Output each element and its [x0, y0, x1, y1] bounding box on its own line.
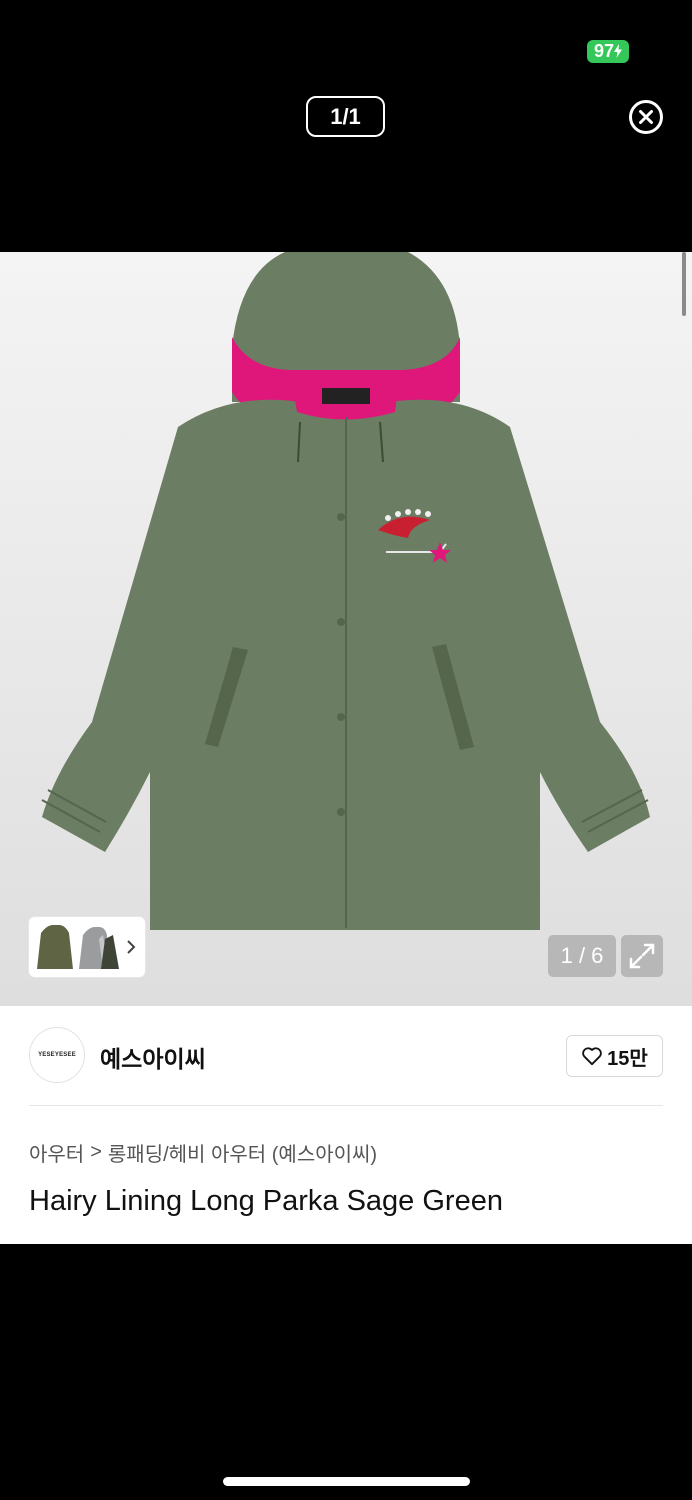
- image-counter: 1 / 6: [548, 935, 616, 977]
- breadcrumb-category[interactable]: 아우터: [29, 1138, 84, 1167]
- close-circle-icon: [629, 100, 663, 134]
- home-indicator[interactable]: [223, 1477, 470, 1486]
- divider: [29, 1105, 663, 1106]
- breadcrumb: 아우터 > 롱패딩/헤비 아우터 (예스아이씨): [29, 1138, 377, 1167]
- bolt-icon: [614, 44, 623, 58]
- product-image[interactable]: 1 / 6: [0, 252, 692, 1006]
- breadcrumb-subcategory[interactable]: 롱패딩/헤비 아우터 (예스아이씨): [108, 1138, 377, 1167]
- battery-level: 97: [593, 41, 615, 61]
- expand-icon: [629, 943, 655, 969]
- close-button[interactable]: [628, 99, 664, 135]
- battery-indicator: 97: [587, 40, 629, 63]
- like-button[interactable]: 15만: [566, 1035, 663, 1077]
- brand-logo[interactable]: YESEYESEE: [29, 1027, 85, 1083]
- thumbnail-strip[interactable]: [29, 917, 145, 977]
- breadcrumb-separator: >: [90, 1141, 102, 1163]
- brand-name[interactable]: 예스아이씨: [100, 1040, 206, 1074]
- like-count: 15만: [607, 1047, 648, 1070]
- product-title: Hairy Lining Long Parka Sage Green: [29, 1185, 503, 1217]
- product-sheet: 1 / 6 YESEYESEE 예스아이씨 15만 아우터 > 롱패딩/헤비 아…: [0, 252, 692, 1244]
- heart-outline-icon: [582, 1047, 602, 1066]
- chevron-right-icon: [127, 940, 136, 954]
- viewer-counter: 1/1: [306, 96, 385, 137]
- parka-illustration: [41, 252, 650, 930]
- expand-button[interactable]: [621, 935, 663, 977]
- scroll-indicator: [682, 252, 686, 316]
